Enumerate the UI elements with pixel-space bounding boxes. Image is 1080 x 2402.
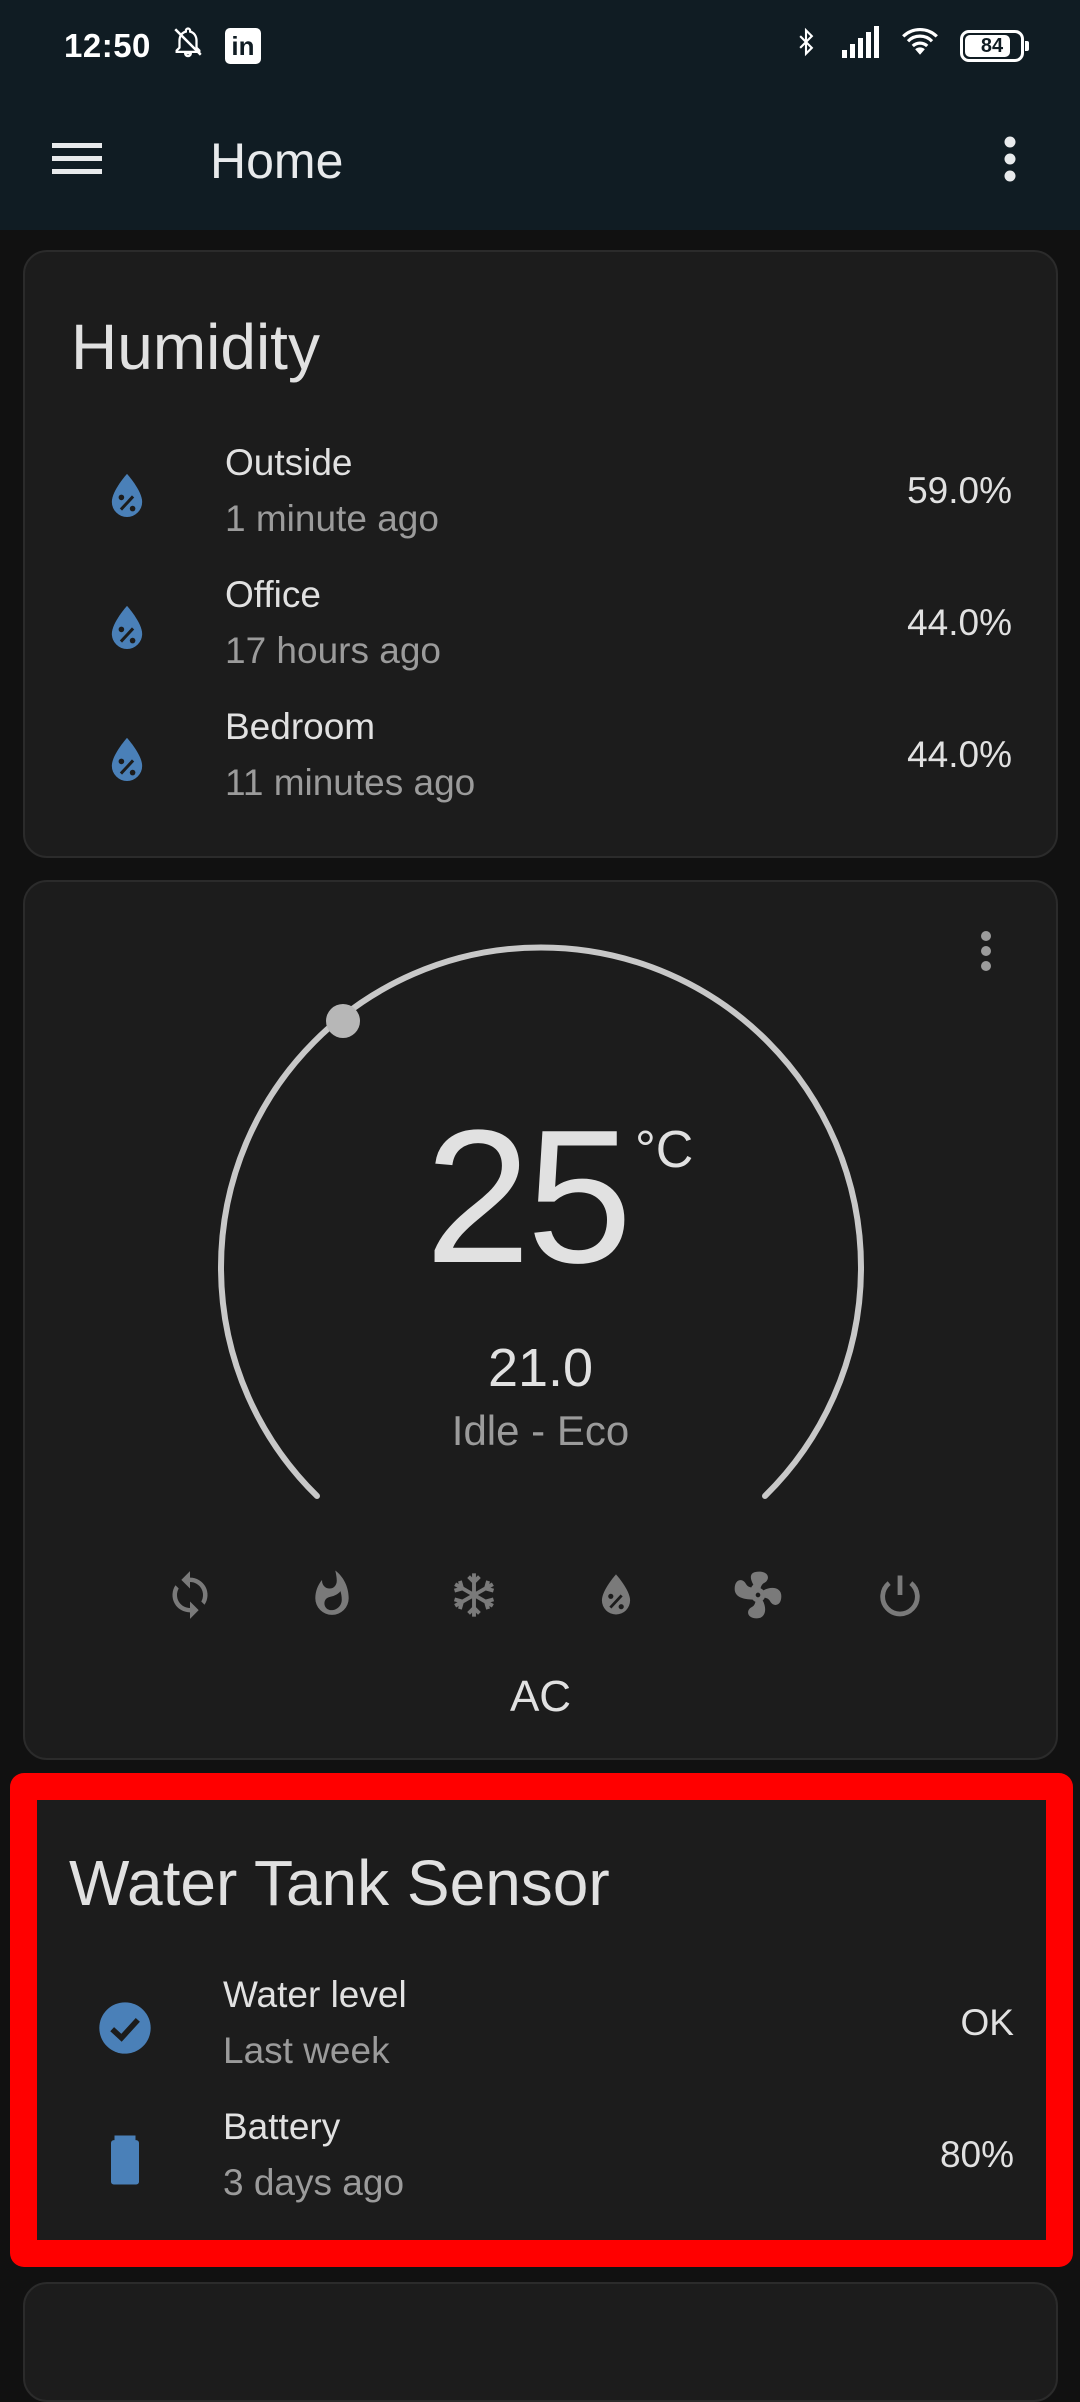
temperature-unit: °C <box>635 1121 694 1179</box>
check-circle-icon <box>97 2000 153 2056</box>
row-name: Water level <box>223 1974 407 2015</box>
status-time: 12:50 <box>64 27 151 64</box>
row-name: Office <box>225 574 321 615</box>
water-percent-icon <box>99 732 155 788</box>
mode-cool-button[interactable] <box>439 1562 509 1632</box>
row-name: Battery <box>223 2106 341 2147</box>
hamburger-menu-icon[interactable] <box>48 129 108 189</box>
row-value: 59.0% <box>907 470 1012 511</box>
linkedin-icon: in <box>224 28 261 64</box>
status-bar-right: 84 <box>792 24 1029 68</box>
dial-handle <box>326 1004 360 1038</box>
status-bar: 12:50 in 84 <box>0 0 1080 92</box>
current-temperature: 21.0 <box>487 1338 594 1398</box>
snowflake-icon <box>448 1569 500 1626</box>
page-title: Home <box>210 133 344 189</box>
battery-icon <box>97 2132 153 2188</box>
row-value: OK <box>960 2002 1014 2043</box>
row-name: Outside <box>225 442 353 483</box>
humidity-row-outside[interactable]: Outside 1 minute ago 59.0% <box>25 432 1056 564</box>
mode-off-button[interactable] <box>865 1562 935 1632</box>
status-bar-left: 12:50 in <box>64 25 261 67</box>
humidity-card: Humidity Outside 1 minute ago 59.0% Offi… <box>23 250 1058 858</box>
row-last-changed: 3 days ago <box>223 2162 405 2203</box>
battery-row[interactable]: Battery 3 days ago 80% <box>23 2096 1058 2228</box>
humidity-row-bedroom[interactable]: Bedroom 11 minutes ago 44.0% <box>25 696 1056 828</box>
row-last-changed: 11 minutes ago <box>225 762 476 803</box>
hvac-modes <box>155 1562 935 1632</box>
mode-heat-button[interactable] <box>297 1562 367 1632</box>
row-last-changed: 1 minute ago <box>225 498 439 539</box>
water-percent-icon <box>99 600 155 656</box>
target-temperature: 25 <box>425 1091 632 1303</box>
bell-off-icon <box>171 25 205 67</box>
signal-icon <box>840 26 880 66</box>
sync-icon <box>164 1569 216 1626</box>
app-bar: Home <box>0 92 1080 230</box>
fire-icon <box>306 1569 358 1626</box>
row-value: 80% <box>939 2134 1014 2175</box>
row-value: 44.0% <box>907 602 1012 643</box>
battery-icon: 84 <box>960 30 1029 62</box>
bluetooth-icon <box>792 24 820 68</box>
thermostat-card: 25 °C 21.0 Idle - Eco AC <box>23 880 1058 1760</box>
row-last-changed: Last week <box>223 2030 390 2071</box>
more-vertical-icon[interactable] <box>980 129 1040 189</box>
water-percent-icon <box>99 468 155 524</box>
card-title: Water Tank Sensor <box>69 1847 610 1919</box>
wifi-icon <box>900 26 940 66</box>
battery-level-text: 84 <box>980 34 1004 57</box>
card-title: Humidity <box>71 311 320 383</box>
row-name: Bedroom <box>225 706 376 747</box>
active-mode-label: AC <box>509 1672 572 1721</box>
water-percent-icon <box>590 1569 642 1626</box>
mode-auto-button[interactable] <box>155 1562 225 1632</box>
mode-dry-button[interactable] <box>581 1562 651 1632</box>
row-last-changed: 17 hours ago <box>225 630 442 671</box>
mode-fan-button[interactable] <box>723 1562 793 1632</box>
row-value: 44.0% <box>907 734 1012 775</box>
fan-icon <box>730 1567 786 1628</box>
next-card <box>23 2282 1058 2402</box>
humidity-row-office[interactable]: Office 17 hours ago 44.0% <box>25 564 1056 696</box>
hvac-status: Idle - Eco <box>451 1407 630 1454</box>
water-level-row[interactable]: Water level Last week OK <box>23 1964 1058 2096</box>
power-icon <box>874 1569 926 1626</box>
water-tank-sensor-card: Water Tank Sensor Water level Last week … <box>23 1794 1058 2244</box>
